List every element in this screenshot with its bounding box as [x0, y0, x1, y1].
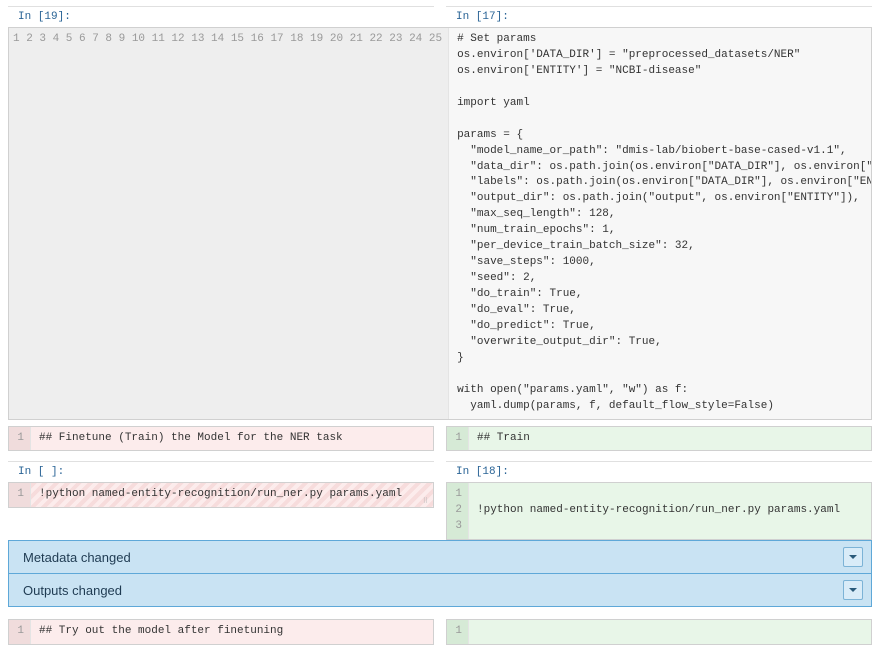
cell4-left[interactable]: 1 ## Try out the model after finetuning [8, 619, 434, 645]
cell1-right-prompt: In [17]: [446, 6, 872, 27]
outputs-changed-label: Outputs changed [23, 583, 122, 598]
cell4-right-gutter: 1 [447, 620, 469, 644]
cell3-left-prompt: In [ ]: [8, 461, 434, 482]
cell3-row: In [ ]: 1 !python named-entity-recogniti… [8, 461, 872, 540]
cell3-left[interactable]: 1 !python named-entity-recognition/run_n… [8, 482, 434, 508]
cell3-right-gutter: 1 2 3 [447, 483, 469, 539]
metadata-expand-button[interactable] [843, 547, 863, 567]
cell3-right-text: !python named-entity-recognition/run_ner… [469, 483, 871, 539]
cell2-right[interactable]: 1 ## Train [446, 426, 872, 452]
chevron-down-icon [848, 583, 858, 598]
outputs-expand-button[interactable] [843, 580, 863, 600]
cell2-row: 1 ## Finetune (Train) the Model for the … [8, 426, 872, 452]
cell1-gutter: 1 2 3 4 5 6 7 8 9 10 11 12 13 14 15 16 1… [9, 28, 449, 419]
cell4-left-gutter: 1 [9, 620, 31, 644]
cell1-code[interactable]: 1 2 3 4 5 6 7 8 9 10 11 12 13 14 15 16 1… [8, 27, 872, 420]
cell2-left-gutter: 1 [9, 427, 31, 451]
cell4-left-text: ## Try out the model after finetuning [31, 620, 433, 644]
cell1-left-prompt: In [19]: [8, 6, 434, 27]
cell3-right-prompt: In [18]: [446, 461, 872, 482]
cell2-right-text: ## Train [469, 427, 871, 451]
cell2-left-text: ## Finetune (Train) the Model for the NE… [31, 427, 433, 451]
cell1-code-text[interactable]: # Set params os.environ['DATA_DIR'] = "p… [449, 28, 871, 419]
outputs-changed-banner[interactable]: Outputs changed [8, 574, 872, 607]
cell4-right[interactable]: 1 [446, 619, 872, 645]
cell3-left-text: !python named-entity-recognition/run_ner… [31, 483, 433, 507]
cell2-right-gutter: 1 [447, 427, 469, 451]
cell3-right[interactable]: 1 2 3 !python named-entity-recognition/r… [446, 482, 872, 540]
metadata-changed-label: Metadata changed [23, 550, 131, 565]
cell4-row: 1 ## Try out the model after finetuning … [8, 619, 872, 645]
chevron-down-icon [848, 550, 858, 565]
metadata-changed-banner[interactable]: Metadata changed [8, 540, 872, 574]
cell1-prompt-row: In [19]: In [17]: [8, 6, 872, 27]
cell4-right-text [469, 620, 871, 644]
cell2-left[interactable]: 1 ## Finetune (Train) the Model for the … [8, 426, 434, 452]
cell3-left-gutter: 1 [9, 483, 31, 507]
